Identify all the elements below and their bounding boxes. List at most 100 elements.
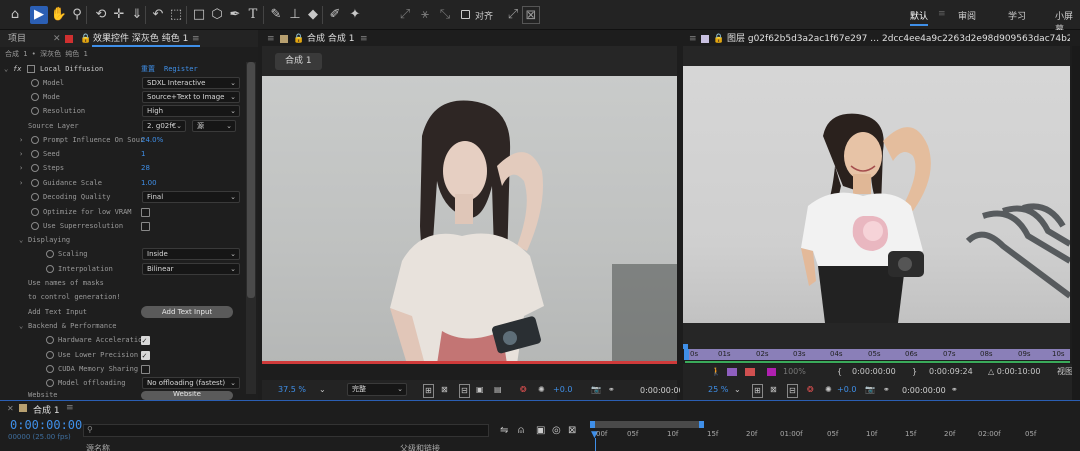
hand-icon[interactable]: ✋ [50,6,68,24]
stopwatch-icon[interactable] [46,336,54,344]
exposure-icon[interactable]: ✺ [538,384,545,396]
undo-rotate-icon[interactable]: ↶ [149,6,167,24]
guidance-value[interactable]: 1.00 [141,176,157,190]
axis-world-icon[interactable]: ⚹ [416,6,434,24]
view-options-icon[interactable] [745,368,755,376]
channel-rgb-icon[interactable]: ❂ [807,384,814,396]
model-dropdown[interactable]: SDXL Interactive ⌄ [142,77,240,89]
chevron-right-icon[interactable]: › [19,161,23,175]
stopwatch-icon[interactable] [46,265,54,273]
layer-current-time[interactable]: 0:00:00:00 [902,384,946,397]
walk-icon[interactable]: 🚶 [711,366,721,378]
add-text-input-button[interactable]: Add Text Input [141,306,233,318]
puppet-pin-icon[interactable]: ✦ [346,6,364,24]
panel-menu-icon[interactable]: ≡ [689,31,697,47]
mask-visibility-icon[interactable]: ⊟ [459,384,470,398]
workspace-menu-icon[interactable]: ≡ [938,9,946,19]
quality-dropdown[interactable]: 完整 ⌄ [347,383,407,396]
low-vram-checkbox[interactable] [141,208,150,217]
shy-layers-icon[interactable]: ⍝ [518,425,524,436]
website-button[interactable]: Website [141,391,233,400]
comp-current-time[interactable]: 0:00:00:00 [640,384,684,397]
offload-dropdown[interactable]: No offloading (fastest) ⌄ [142,377,240,389]
set-out-point-icon[interactable]: } [912,366,917,378]
displaying-group[interactable]: ⌄ Displaying [0,233,246,247]
pen-icon[interactable]: ✒ [226,6,244,24]
chevron-down-icon[interactable]: ⌄ [19,233,23,247]
in-point-value[interactable]: 0:00:00:00 [852,366,896,378]
chevron-down-icon[interactable]: ⌄ [4,62,8,76]
workspace-review[interactable]: 审阅 [958,9,976,22]
chevron-down-icon[interactable]: ⌄ [734,384,741,396]
stopwatch-icon[interactable] [46,379,54,387]
lock-icon[interactable]: 🔒 [80,31,91,47]
show-snapshot-icon[interactable]: ⚭ [608,384,615,396]
pan-behind-icon[interactable]: ⇓ [128,6,146,24]
lower-precision-checkbox[interactable] [141,349,150,362]
show-snapshot-icon[interactable]: ⚭ [883,384,890,396]
stopwatch-icon[interactable] [31,93,39,101]
hw-accel-checkbox[interactable] [141,334,150,347]
stopwatch-icon[interactable] [31,150,39,158]
move-icon[interactable]: ✛ [110,6,128,24]
decoding-dropdown[interactable]: Final ⌄ [142,191,240,203]
clone-stamp-icon[interactable]: ⊥ [286,6,304,24]
resolution-dropdown[interactable]: High ⌄ [142,105,240,117]
rotate-orbit-icon[interactable]: ⟲ [92,6,110,24]
eraser-icon[interactable]: ◆ [304,6,322,24]
comp-exposure-value[interactable]: +0.0 [553,384,572,396]
motion-blur-icon[interactable]: ◎ [552,425,561,436]
stopwatch-icon[interactable] [46,250,54,258]
tab-project[interactable]: 项目 [8,31,26,47]
snap-checkbox[interactable] [461,10,470,19]
chevron-right-icon[interactable]: › [19,176,23,190]
work-area-end-handle[interactable] [699,421,704,428]
timeline-search-input[interactable]: ⚲ [83,424,489,437]
roto-brush-icon[interactable]: ✐ [326,6,344,24]
mask-visibility-icon[interactable]: ⊟ [787,384,798,398]
scaling-dropdown[interactable]: Inside ⌄ [142,248,240,260]
stopwatch-icon[interactable] [46,351,54,359]
source-type-dropdown[interactable]: 源 ⌄ [192,120,236,132]
seed-value[interactable]: 1 [141,147,145,161]
mode-dropdown[interactable]: Source+Text to Image ⌄ [142,91,240,103]
interpolation-dropdown[interactable]: Bilinear ⌄ [142,263,240,275]
brush-icon[interactable]: ✎ [267,6,285,24]
fx-icon[interactable]: fx [13,62,21,76]
reset-link[interactable]: 重置 [141,62,155,76]
grid-guides-icon[interactable]: ▣ [476,384,484,396]
draft-3d-icon[interactable]: ⇋ [500,425,508,436]
rectangle-icon[interactable]: □ [190,6,208,24]
chevron-right-icon[interactable]: › [19,133,23,147]
exposure-icon[interactable]: ✺ [825,384,832,396]
axis-view-icon[interactable]: ⤡ [436,6,454,24]
panel-menu-icon[interactable]: ≡ [66,403,74,413]
chevron-down-icon[interactable]: ⌄ [319,384,326,396]
tab-timeline[interactable]: 合成 1 [33,403,60,416]
tab-layer[interactable]: 图层 g02f62b5d3a2ac1f67e297 … 2dcc4ee4a9c2… [727,31,1070,47]
source-name-header[interactable]: 源名称 [86,443,110,451]
stopwatch-icon[interactable] [31,193,39,201]
steps-value[interactable]: 28 [141,161,150,175]
snapshot-camera-icon[interactable]: 📷 [865,384,875,396]
work-area-bar[interactable] [590,421,702,428]
stopwatch-icon[interactable] [31,136,39,144]
snap-grid-icon[interactable]: ⊠ [522,6,540,24]
backend-group[interactable]: ⌄ Backend & Performance [0,319,246,333]
layer-color-chip[interactable] [767,368,776,376]
panel-menu-icon[interactable]: ≡ [360,31,368,47]
3d-box-icon[interactable]: ⬡ [208,6,226,24]
comp-zoom-value[interactable]: 37.5 % [278,384,306,396]
snap-options-icon[interactable]: ⤢ [504,6,522,24]
layer-exposure-value[interactable]: +0.0 [837,384,856,396]
show-channel-icon[interactable]: ⚭ [951,384,958,396]
timeline-current-time[interactable]: 0:00:00:00 [10,418,82,432]
region-icon[interactable]: ⬚ [167,6,185,24]
transparency-grid-icon[interactable]: ⊠ [441,384,448,396]
toggle-view-icon[interactable]: ▤ [494,384,502,396]
set-in-point-icon[interactable]: { [837,366,842,378]
region-of-interest-icon[interactable]: ⊞ [752,384,763,398]
work-area-start-handle[interactable] [590,421,595,428]
parent-header[interactable]: 父级和链接 [400,443,440,451]
out-point-value[interactable]: 0:00:09:24 [929,366,973,378]
